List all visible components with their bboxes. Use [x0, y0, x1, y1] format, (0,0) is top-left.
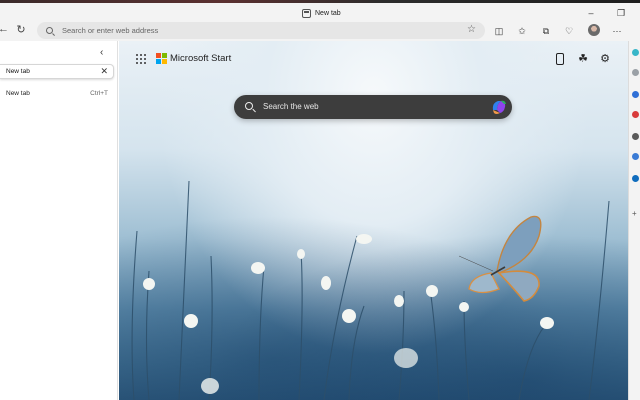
tools-icon[interactable]: [632, 111, 639, 118]
collections-icon[interactable]: ⧉: [540, 25, 552, 37]
office-icon[interactable]: [632, 153, 639, 160]
right-sidebar: +: [628, 41, 640, 400]
address-placeholder: Search or enter web address: [62, 26, 159, 35]
search-icon: [245, 102, 253, 110]
restore-button[interactable]: ❐: [614, 6, 628, 20]
reload-icon[interactable]: ↻: [14, 22, 28, 38]
microsoft-logo: [156, 53, 167, 64]
tab-new-tab-active[interactable]: New tab ✕: [0, 64, 114, 79]
window-title-text: New tab: [315, 9, 341, 17]
search-icon: [46, 27, 53, 34]
close-icon[interactable]: ✕: [100, 66, 108, 77]
title-bar: New tab – ❐: [0, 3, 640, 21]
apps-grid-icon[interactable]: [136, 54, 146, 64]
split-screen-icon[interactable]: ◫: [493, 25, 505, 37]
games-icon[interactable]: [632, 133, 639, 140]
brand-title[interactable]: Microsoft Start: [170, 53, 231, 64]
favorites-icon[interactable]: ✩: [516, 25, 528, 37]
more-icon[interactable]: ⋯: [611, 25, 623, 37]
add-favorite-icon[interactable]: ☆: [467, 24, 476, 35]
new-tab-label: New tab: [6, 90, 30, 97]
tab-page-icon: [302, 8, 311, 18]
new-tab-button[interactable]: New tab Ctrl+T: [0, 88, 112, 100]
browser-toolbar: ← ↻ Search or enter web address ☆ ◫ ✩ ⧉ …: [0, 21, 640, 41]
browser-essentials-icon[interactable]: ♡: [563, 25, 575, 37]
collapse-pane-button[interactable]: ‹: [100, 47, 103, 58]
rewards-icon[interactable]: ☘: [577, 52, 589, 66]
settings-icon[interactable]: ⚙: [599, 52, 611, 66]
copilot-icon[interactable]: [490, 98, 508, 116]
tab-label: New tab: [6, 68, 30, 75]
new-tab-shortcut: Ctrl+T: [90, 90, 108, 97]
web-search-box[interactable]: Search the web: [234, 95, 512, 119]
phone-icon[interactable]: [556, 53, 564, 65]
new-tab-page: Microsoft Start Sign in ☘ ⚙ Search the w…: [119, 41, 628, 400]
minimize-button[interactable]: –: [584, 6, 598, 20]
profile-avatar[interactable]: [588, 24, 600, 36]
search-icon[interactable]: [632, 69, 639, 76]
logo-square-yellow: [162, 59, 167, 64]
copilot-icon[interactable]: [632, 49, 639, 56]
sign-in-link[interactable]: Sign in: [524, 56, 542, 62]
logo-square-blue: [156, 59, 161, 64]
logo-square-red: [156, 53, 161, 58]
address-bar[interactable]: Search or enter web address ☆: [37, 22, 485, 39]
shopping-icon[interactable]: [632, 91, 639, 98]
search-placeholder: Search the web: [263, 102, 319, 111]
outlook-icon[interactable]: [632, 175, 639, 182]
vertical-tabs-pane: ‹ New tab ✕ New tab Ctrl+T: [0, 41, 118, 400]
arrow-left-icon[interactable]: ←: [0, 23, 9, 35]
window-title: New tab: [302, 6, 341, 20]
add-icon[interactable]: +: [632, 209, 637, 218]
butterfly-graphic: [458, 215, 542, 302]
logo-square-green: [162, 53, 167, 58]
